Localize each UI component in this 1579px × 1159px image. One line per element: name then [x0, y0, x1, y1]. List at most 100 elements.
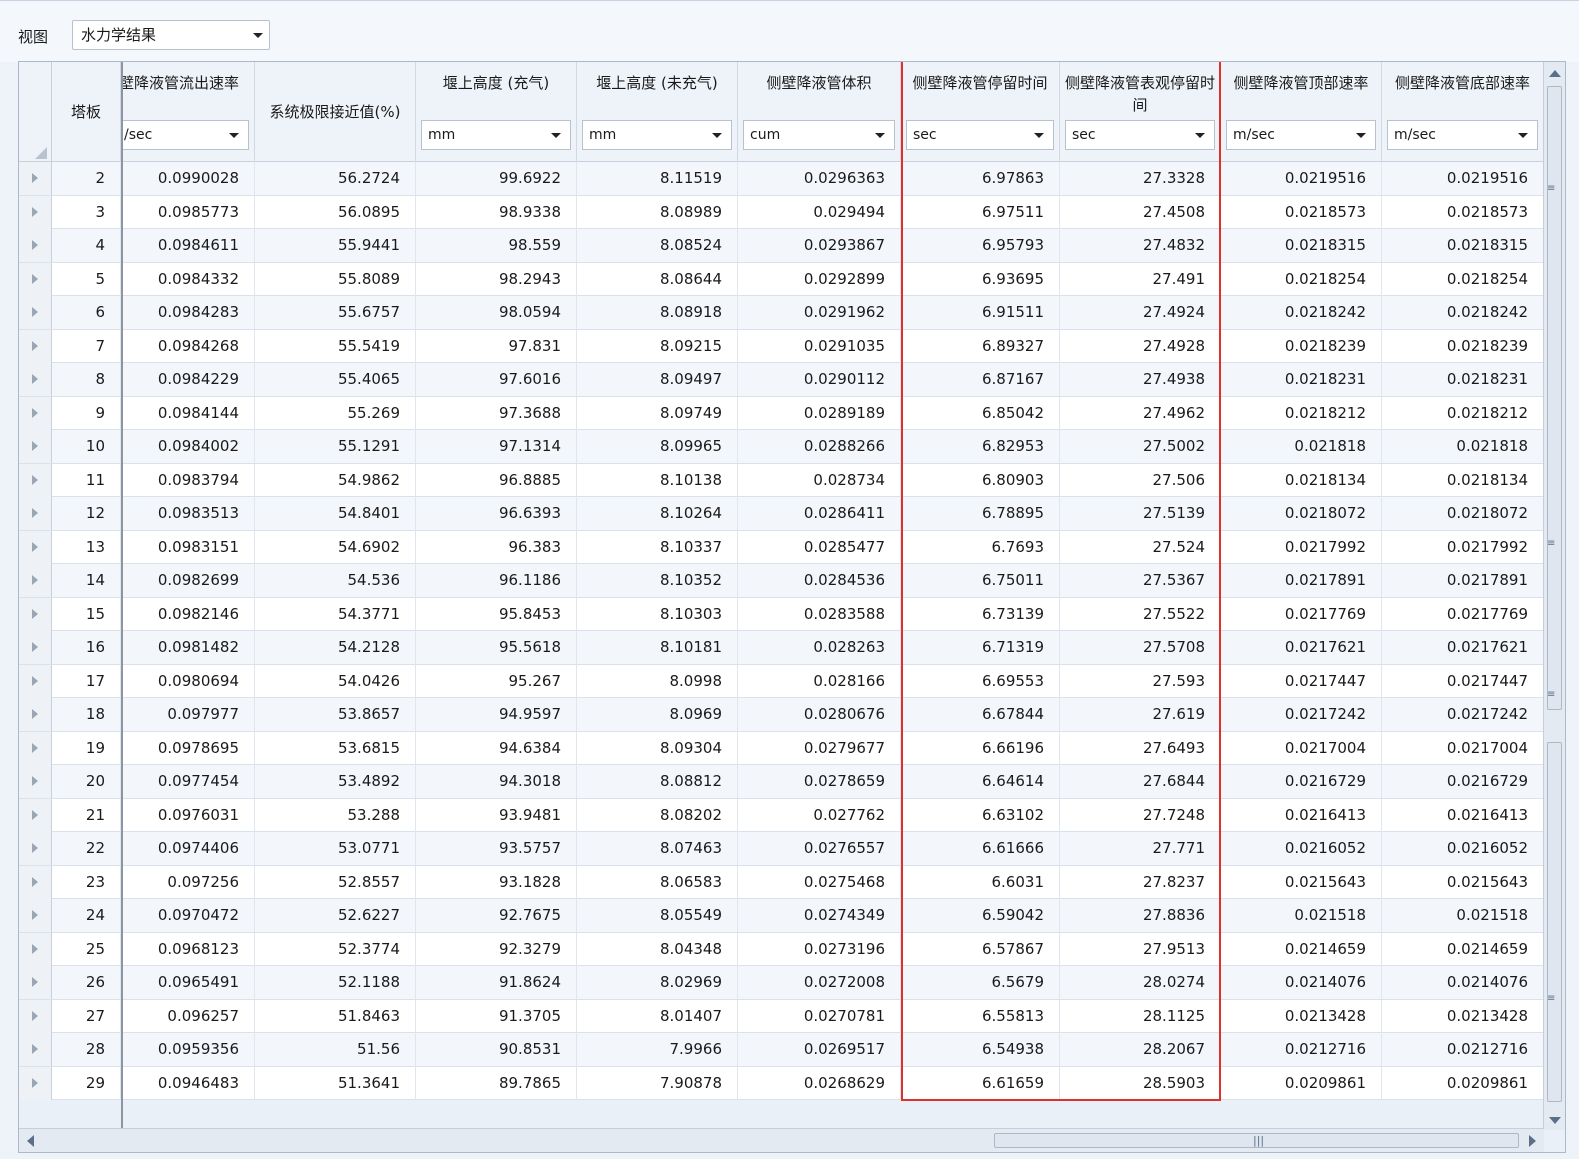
table-row[interactable]: 27 0.096257 51.8463 91.3705 8.01407 0.0270781… [19, 999, 1544, 1033]
cell-weir_aer[interactable]: 97.1314 [416, 430, 577, 463]
table-row[interactable]: 19 0.0978695 53.6815 94.6384 8.09304 0.027967… [19, 731, 1544, 765]
cell-dc_top_vel[interactable]: 0.0219516 [1221, 162, 1382, 195]
cell-weir_aer[interactable]: 98.2943 [416, 262, 577, 296]
cell-sys_limit[interactable]: 55.9441 [255, 229, 416, 262]
cell-weir_unaer[interactable]: 8.09749 [577, 396, 738, 430]
cell-tray[interactable]: 18 [52, 698, 121, 731]
cell-dc_res_time[interactable]: 6.87167 [901, 363, 1060, 396]
cell-weir_unaer[interactable]: 8.08812 [577, 765, 738, 798]
table-row[interactable]: 21 0.0976031 53.288 93.9481 8.08202 0.027762 6… [19, 798, 1544, 832]
cell-weir_aer[interactable]: 90.8531 [416, 1033, 577, 1066]
cell-dc_res_time[interactable]: 6.78895 [901, 497, 1060, 530]
cell-weir_unaer[interactable]: 8.08918 [577, 296, 738, 329]
cell-weir_aer[interactable]: 98.559 [416, 229, 577, 262]
cell-dc_app_res_time[interactable]: 27.4962 [1060, 396, 1221, 430]
table-row[interactable]: 15 0.0982146 54.3771 95.8453 8.10303 0.028358… [19, 597, 1544, 631]
cell-dc_exit_vel[interactable]: 0.0976031 [121, 798, 255, 832]
cell-dc_res_time[interactable]: 6.5679 [901, 966, 1060, 999]
cell-dc_app_res_time[interactable]: 27.4832 [1060, 229, 1221, 262]
cell-weir_unaer[interactable]: 8.08524 [577, 229, 738, 262]
cell-tray[interactable]: 25 [52, 932, 121, 966]
table-row[interactable]: 12 0.0983513 54.8401 96.6393 8.10264 0.028641… [19, 497, 1544, 531]
cell-tray[interactable]: 12 [52, 497, 121, 530]
cell-dc_bot_vel[interactable]: 0.0218242 [1382, 296, 1544, 329]
cell-dc_res_time[interactable]: 6.59042 [901, 899, 1060, 932]
horizontal-scroll-thumb[interactable]: ||| [994, 1133, 1519, 1148]
cell-weir_unaer[interactable]: 8.08989 [577, 195, 738, 229]
cell-dc_volume[interactable]: 0.0276557 [738, 832, 901, 865]
vertical-scrollbar[interactable]: ≡ ≡ ≡ ≡ [1543, 62, 1565, 1130]
cell-dc_top_vel[interactable]: 0.0218254 [1221, 262, 1382, 296]
cell-weir_aer[interactable]: 89.7865 [416, 1066, 577, 1100]
cell-dc_top_vel[interactable]: 0.0218242 [1221, 296, 1382, 329]
table-row[interactable]: 20 0.0977454 53.4892 94.3018 8.08812 0.027865… [19, 765, 1544, 799]
cell-dc_app_res_time[interactable]: 27.5367 [1060, 564, 1221, 597]
cell-dc_exit_vel[interactable]: 0.0984611 [121, 229, 255, 262]
cell-weir_aer[interactable]: 95.8453 [416, 597, 577, 631]
cell-dc_top_vel[interactable]: 0.0217769 [1221, 597, 1382, 631]
cell-dc_top_vel[interactable]: 0.0209861 [1221, 1066, 1382, 1100]
row-selector[interactable] [19, 530, 52, 564]
scroll-right-icon[interactable] [1529, 1135, 1536, 1147]
cell-dc_volume[interactable]: 0.0280676 [738, 698, 901, 731]
cell-dc_res_time[interactable]: 6.82953 [901, 430, 1060, 463]
cell-tray[interactable]: 26 [52, 966, 121, 999]
cell-dc_res_time[interactable]: 6.64614 [901, 765, 1060, 798]
row-selector[interactable] [19, 497, 52, 530]
cell-dc_top_vel[interactable]: 0.0217004 [1221, 731, 1382, 765]
cell-sys_limit[interactable]: 53.0771 [255, 832, 416, 865]
cell-dc_top_vel[interactable]: 0.021518 [1221, 899, 1382, 932]
row-selector[interactable] [19, 731, 52, 765]
cell-sys_limit[interactable]: 54.9862 [255, 463, 416, 497]
cell-dc_exit_vel[interactable]: 0.0983794 [121, 463, 255, 497]
cell-weir_unaer[interactable]: 8.10352 [577, 564, 738, 597]
cell-dc_top_vel[interactable]: 0.0217992 [1221, 530, 1382, 564]
cell-dc_app_res_time[interactable]: 28.1125 [1060, 999, 1221, 1033]
cell-dc_volume[interactable]: 0.0285477 [738, 530, 901, 564]
cell-dc_top_vel[interactable]: 0.0218212 [1221, 396, 1382, 430]
cell-dc_res_time[interactable]: 6.57867 [901, 932, 1060, 966]
cell-dc_volume[interactable]: 0.0273196 [738, 932, 901, 966]
cell-dc_bot_vel[interactable]: 0.0218072 [1382, 497, 1544, 530]
cell-dc_bot_vel[interactable]: 0.0218212 [1382, 396, 1544, 430]
table-row[interactable]: 11 0.0983794 54.9862 96.8885 8.10138 0.028734… [19, 463, 1544, 497]
cell-dc_bot_vel[interactable]: 0.021518 [1382, 899, 1544, 932]
cell-tray[interactable]: 27 [52, 999, 121, 1033]
cell-dc_bot_vel[interactable]: 0.0216413 [1382, 798, 1544, 832]
cell-weir_unaer[interactable]: 8.0998 [577, 664, 738, 698]
row-selector[interactable] [19, 999, 52, 1033]
cell-dc_bot_vel[interactable]: 0.0218315 [1382, 229, 1544, 262]
cell-weir_aer[interactable]: 97.3688 [416, 396, 577, 430]
column-header-dc_exit_vel[interactable]: 壁降液管流出速率/sec [121, 62, 255, 162]
scroll-up-icon[interactable] [1549, 70, 1561, 77]
cell-sys_limit[interactable]: 52.8557 [255, 865, 416, 899]
cell-tray[interactable]: 15 [52, 597, 121, 631]
row-selector[interactable] [19, 195, 52, 229]
cell-dc_res_time[interactable]: 6.97511 [901, 195, 1060, 229]
cell-dc_volume[interactable]: 0.0289189 [738, 396, 901, 430]
cell-dc_exit_vel[interactable]: 0.0978695 [121, 731, 255, 765]
column-header-weir_aer[interactable]: 堰上高度 (充气) mm [416, 62, 577, 162]
cell-dc_res_time[interactable]: 6.67844 [901, 698, 1060, 731]
cell-dc_volume[interactable]: 0.028166 [738, 664, 901, 698]
cell-dc_exit_vel[interactable]: 0.0982146 [121, 597, 255, 631]
cell-weir_aer[interactable]: 93.1828 [416, 865, 577, 899]
row-selector[interactable] [19, 262, 52, 296]
cell-dc_app_res_time[interactable]: 27.6844 [1060, 765, 1221, 798]
cell-dc_res_time[interactable]: 6.66196 [901, 731, 1060, 765]
cell-dc_top_vel[interactable]: 0.0217242 [1221, 698, 1382, 731]
cell-sys_limit[interactable]: 55.6757 [255, 296, 416, 329]
table-row[interactable]: 29 0.0946483 51.3641 89.7865 7.90878 0.026862… [19, 1066, 1544, 1100]
cell-dc_exit_vel[interactable]: 0.0974406 [121, 832, 255, 865]
cell-dc_app_res_time[interactable]: 27.4938 [1060, 363, 1221, 396]
cell-dc_exit_vel[interactable]: 0.0984332 [121, 262, 255, 296]
column-header-dc_bot_vel[interactable]: 侧壁降液管底部速率 m/sec [1382, 62, 1544, 162]
cell-dc_bot_vel[interactable]: 0.0217769 [1382, 597, 1544, 631]
cell-dc_volume[interactable]: 0.029494 [738, 195, 901, 229]
cell-dc_app_res_time[interactable]: 27.491 [1060, 262, 1221, 296]
cell-dc_bot_vel[interactable]: 0.0217004 [1382, 731, 1544, 765]
row-selector[interactable] [19, 966, 52, 999]
cell-dc_app_res_time[interactable]: 27.619 [1060, 698, 1221, 731]
row-selector[interactable] [19, 865, 52, 899]
cell-dc_top_vel[interactable]: 0.0218573 [1221, 195, 1382, 229]
